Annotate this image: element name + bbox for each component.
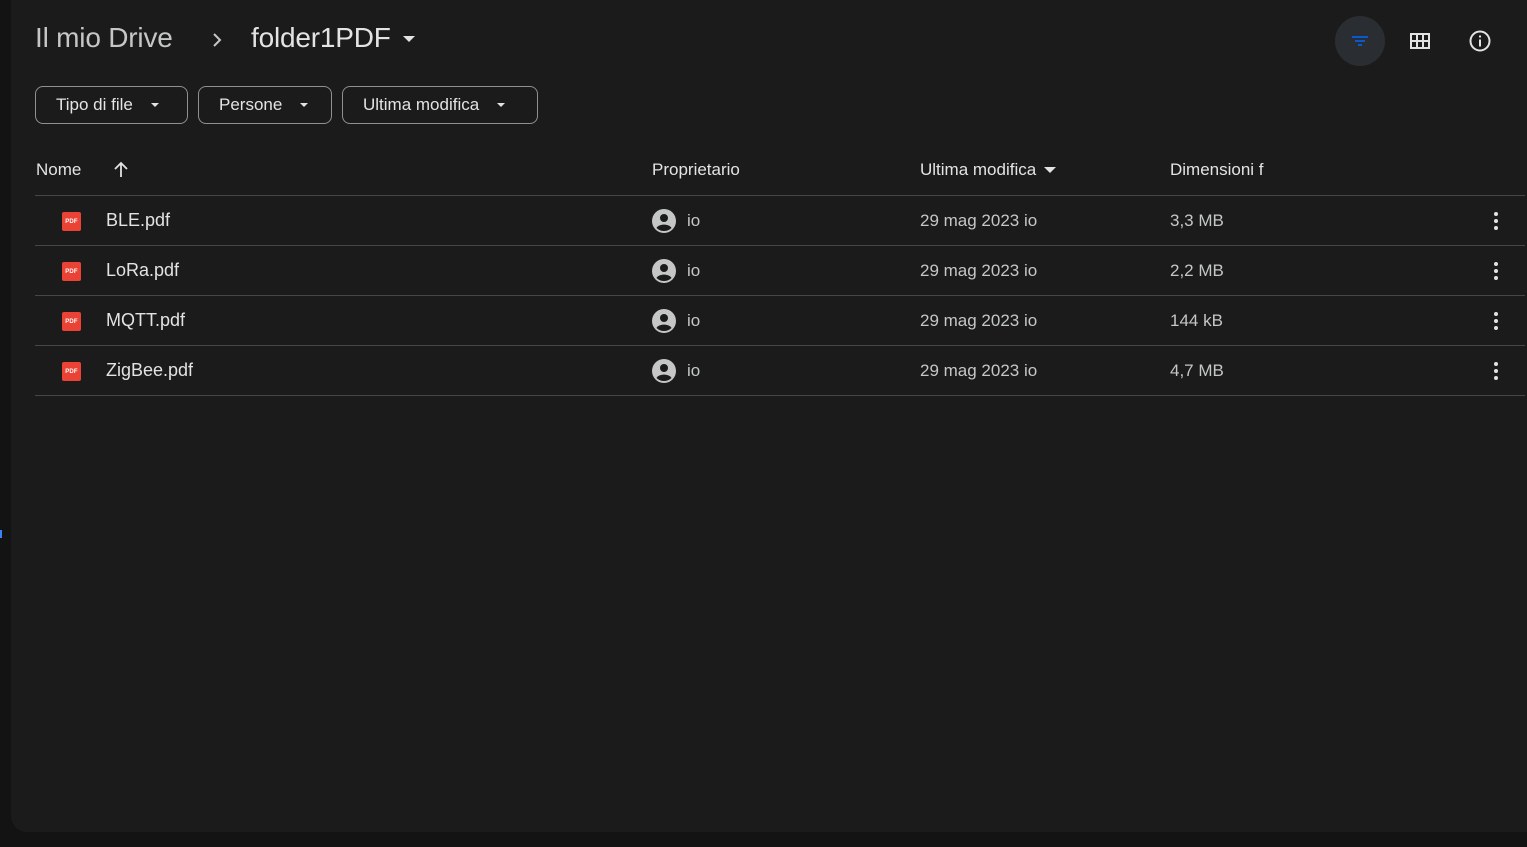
owner-name: io <box>687 311 701 330</box>
modified-filter-label: Ultima modifica <box>363 95 480 114</box>
row-divider <box>35 395 1525 396</box>
arrow-up-icon[interactable] <box>111 160 131 180</box>
file-size: 3,3 MB <box>1170 211 1224 230</box>
info-icon <box>1469 30 1491 52</box>
file-row[interactable]: PDF MQTT.pdf io 29 mag 2023 io 144 kB <box>35 296 1525 345</box>
info-button[interactable] <box>1455 16 1505 66</box>
last-modified: 29 mag 2023 io <box>920 311 1038 330</box>
account-circle-icon <box>652 259 676 283</box>
file-size: 4,7 MB <box>1170 361 1224 380</box>
people-filter-chip[interactable]: Persone <box>198 86 332 124</box>
account-circle-icon <box>652 209 676 233</box>
file-row[interactable]: PDF BLE.pdf io 29 mag 2023 io 3,3 MB <box>35 196 1525 245</box>
file-type-filter-label: Tipo di file <box>56 95 133 114</box>
filter-icon <box>1352 36 1368 46</box>
file-size: 2,2 MB <box>1170 261 1224 280</box>
more-vert-icon[interactable] <box>1481 356 1511 386</box>
caret-down-icon <box>150 103 159 107</box>
caret-down-icon <box>300 103 309 107</box>
file-row[interactable]: PDF LoRa.pdf io 29 mag 2023 io 2,2 MB <box>35 246 1525 295</box>
breadcrumb-current-label: folder1PDF <box>251 22 391 53</box>
modified-filter-chip[interactable]: Ultima modifica <box>342 86 538 124</box>
file-size: 144 kB <box>1170 311 1223 330</box>
column-header-owner: Proprietario <box>652 160 740 179</box>
owner-name: io <box>687 211 701 230</box>
last-modified: 29 mag 2023 io <box>920 261 1038 280</box>
file-name: ZigBee.pdf <box>106 360 194 380</box>
grid-view-icon <box>1410 33 1430 49</box>
chevron-right-icon <box>213 33 222 47</box>
caret-down-icon <box>497 103 506 107</box>
account-circle-icon <box>652 309 676 333</box>
column-header-modified-label: Ultima modifica <box>920 160 1037 179</box>
more-vert-icon[interactable] <box>1481 256 1511 286</box>
account-circle-icon <box>652 359 676 383</box>
pdf-file-icon: PDF <box>62 262 81 281</box>
left-edge-marker <box>0 530 2 538</box>
pdf-file-icon: PDF <box>62 362 81 381</box>
owner-name: io <box>687 261 701 280</box>
column-header-size[interactable]: Dimensioni f <box>1170 160 1264 180</box>
file-name: LoRa.pdf <box>106 260 180 280</box>
owner-name: io <box>687 361 701 380</box>
filter-button[interactable] <box>1335 16 1385 66</box>
people-filter-label: Persone <box>219 95 283 114</box>
column-header-name[interactable]: Nome <box>36 160 81 180</box>
last-modified: 29 mag 2023 io <box>920 361 1038 380</box>
caret-down-icon <box>1044 167 1057 173</box>
pdf-file-icon: PDF <box>62 312 81 331</box>
caret-down-icon <box>402 36 415 42</box>
grid-view-button[interactable] <box>1395 16 1445 66</box>
file-name: BLE.pdf <box>106 210 171 230</box>
breadcrumb-current-folder[interactable]: folder1PDF <box>251 22 415 54</box>
more-vert-icon[interactable] <box>1481 306 1511 336</box>
more-vert-icon[interactable] <box>1481 206 1511 236</box>
breadcrumb-root[interactable]: Il mio Drive <box>35 22 173 54</box>
file-name: MQTT.pdf <box>106 310 186 330</box>
file-row[interactable]: PDF ZigBee.pdf io 29 mag 2023 io 4,7 MB <box>35 346 1525 395</box>
pdf-file-icon: PDF <box>62 212 81 231</box>
last-modified: 29 mag 2023 io <box>920 211 1038 230</box>
file-type-filter-chip[interactable]: Tipo di file <box>35 86 188 124</box>
main-panel: Il mio Drive folder1PDF Tipo di file Per… <box>11 0 1527 832</box>
column-header-modified[interactable]: Ultima modifica <box>920 160 1057 180</box>
